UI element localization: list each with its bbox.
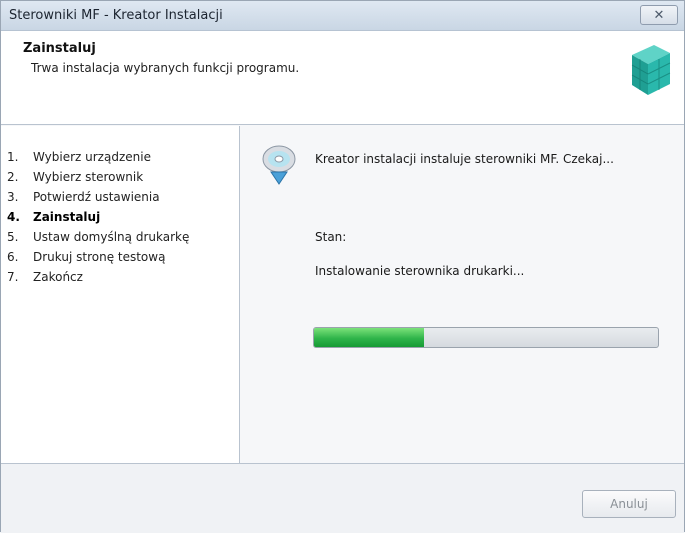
step-number: 7. bbox=[7, 270, 19, 284]
step-label: Zakończ bbox=[33, 270, 83, 284]
page-subtitle: Trwa instalacja wybranych funkcji progra… bbox=[31, 61, 300, 75]
step-item: 6. Drukuj stronę testową bbox=[7, 250, 165, 264]
install-message: Kreator instalacji instaluje sterowniki … bbox=[315, 152, 614, 166]
step-item: 7. Zakończ bbox=[7, 270, 83, 284]
wizard-header: Zainstaluj Trwa instalacja wybranych fun… bbox=[1, 31, 684, 125]
step-number: 3. bbox=[7, 190, 19, 204]
button-bar: Anuluj bbox=[1, 463, 684, 533]
installer-window: Sterowniki MF - Kreator Instalacji ✕ Zai… bbox=[0, 0, 685, 533]
step-number: 2. bbox=[7, 170, 19, 184]
progress-panel: Kreator instalacji instaluje sterowniki … bbox=[241, 126, 684, 463]
step-item: 2. Wybierz sterownik bbox=[7, 170, 143, 184]
cd-install-icon bbox=[262, 145, 296, 185]
progress-fill bbox=[314, 328, 425, 347]
step-label: Zainstaluj bbox=[33, 210, 101, 224]
step-label: Potwierdź ustawienia bbox=[33, 190, 160, 204]
step-number: 6. bbox=[7, 250, 19, 264]
page-title: Zainstaluj bbox=[23, 41, 96, 56]
step-number: 4. bbox=[7, 210, 20, 224]
step-item: 5. Ustaw domyślną drukarkę bbox=[7, 230, 189, 244]
install-progress-bar bbox=[313, 327, 659, 348]
close-button[interactable]: ✕ bbox=[640, 5, 678, 25]
step-item: 3. Potwierdź ustawienia bbox=[7, 190, 160, 204]
steps-panel: 1. Wybierz urządzenie 2. Wybierz sterown… bbox=[1, 126, 240, 463]
step-item-current: 4. Zainstaluj bbox=[7, 210, 100, 224]
step-label: Wybierz sterownik bbox=[33, 170, 144, 184]
status-label: Stan: bbox=[315, 230, 347, 244]
step-item: 1. Wybierz urządzenie bbox=[7, 150, 151, 164]
step-label: Ustaw domyślną drukarkę bbox=[33, 230, 190, 244]
close-icon: ✕ bbox=[653, 7, 665, 23]
window-title: Sterowniki MF - Kreator Instalacji bbox=[9, 8, 223, 23]
step-number: 1. bbox=[7, 150, 19, 164]
status-value: Instalowanie sterownika drukarki... bbox=[315, 264, 525, 278]
title-bar[interactable]: Sterowniki MF - Kreator Instalacji ✕ bbox=[1, 1, 684, 31]
installer-boxes-icon bbox=[631, 45, 671, 95]
step-number: 5. bbox=[7, 230, 19, 244]
step-label: Drukuj stronę testową bbox=[33, 250, 166, 264]
cancel-button[interactable]: Anuluj bbox=[582, 490, 676, 518]
step-label: Wybierz urządzenie bbox=[33, 150, 151, 164]
